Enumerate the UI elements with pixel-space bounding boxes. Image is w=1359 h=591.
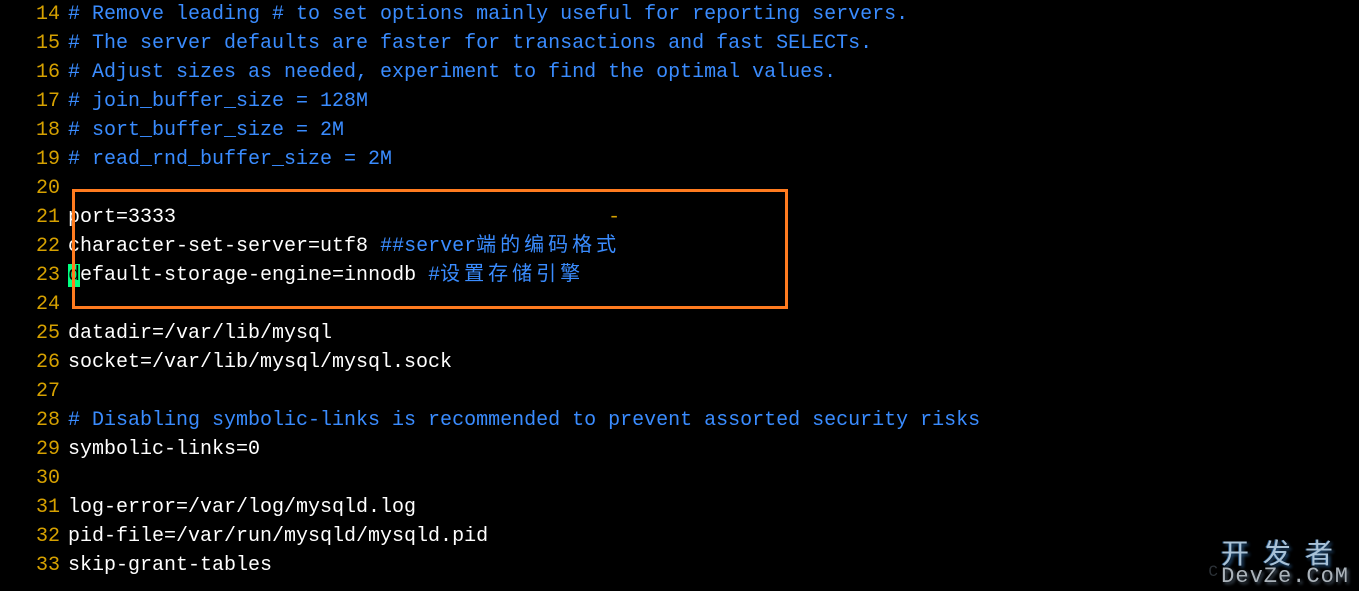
code-line[interactable]: 19# read_rnd_buffer_size = 2M bbox=[0, 145, 1359, 174]
code-content[interactable]: # Adjust sizes as needed, experiment to … bbox=[68, 58, 1359, 87]
line-number: 14 bbox=[0, 0, 68, 29]
watermark-en: DevZe.CoM bbox=[1221, 562, 1349, 591]
watermark-faint: C bbox=[1208, 558, 1219, 587]
code-segment: # sort_buffer_size = 2M bbox=[68, 119, 344, 142]
code-content[interactable]: log-error=/var/log/mysqld.log bbox=[68, 493, 1359, 522]
code-line[interactable]: 22character-set-server=utf8 ##server端的编码… bbox=[0, 232, 1359, 261]
code-content[interactable]: # Disabling symbolic-links is recommende… bbox=[68, 406, 1359, 435]
line-number: 18 bbox=[0, 116, 68, 145]
code-content[interactable]: socket=/var/lib/mysql/mysql.sock bbox=[68, 348, 1359, 377]
code-line[interactable]: 31log-error=/var/log/mysqld.log bbox=[0, 493, 1359, 522]
cursor: d bbox=[68, 264, 80, 287]
code-segment: # read_rnd_buffer_size = 2M bbox=[68, 148, 392, 171]
code-segment: # bbox=[428, 264, 440, 287]
line-number: 33 bbox=[0, 551, 68, 580]
line-number: 17 bbox=[0, 87, 68, 116]
line-number: 20 bbox=[0, 174, 68, 203]
line-number: 26 bbox=[0, 348, 68, 377]
code-content[interactable]: default-storage-engine=innodb #设置存储引擎 bbox=[68, 261, 1359, 290]
line-number: 25 bbox=[0, 319, 68, 348]
code-content[interactable]: datadir=/var/lib/mysql bbox=[68, 319, 1359, 348]
code-line[interactable]: 14# Remove leading # to set options main… bbox=[0, 0, 1359, 29]
code-line[interactable]: 30 bbox=[0, 464, 1359, 493]
code-segment: - bbox=[176, 206, 620, 229]
code-line[interactable]: 29symbolic-links=0 bbox=[0, 435, 1359, 464]
code-line[interactable]: 28# Disabling symbolic-links is recommen… bbox=[0, 406, 1359, 435]
code-segment: 端的编码格式 bbox=[476, 235, 620, 258]
code-segment: socket=/var/lib/mysql/mysql.sock bbox=[68, 351, 452, 374]
code-editor[interactable]: 14# Remove leading # to set options main… bbox=[0, 0, 1359, 580]
code-line[interactable]: 26socket=/var/lib/mysql/mysql.sock bbox=[0, 348, 1359, 377]
code-segment: log-error=/var/log/mysqld.log bbox=[68, 496, 416, 519]
vim-tilde: ~ bbox=[0, 580, 1359, 591]
code-segment: symbolic-links=0 bbox=[68, 438, 260, 461]
code-line[interactable]: 33skip-grant-tables bbox=[0, 551, 1359, 580]
code-segment: # Adjust sizes as needed, experiment to … bbox=[68, 61, 836, 84]
code-segment: # Disabling symbolic-links is recommende… bbox=[68, 409, 980, 432]
code-line[interactable]: 24 bbox=[0, 290, 1359, 319]
code-line[interactable]: 23default-storage-engine=innodb #设置存储引擎 bbox=[0, 261, 1359, 290]
line-number: 27 bbox=[0, 377, 68, 406]
code-content[interactable]: # read_rnd_buffer_size = 2M bbox=[68, 145, 1359, 174]
line-number: 23 bbox=[0, 261, 68, 290]
line-number: 21 bbox=[0, 203, 68, 232]
code-content[interactable]: skip-grant-tables bbox=[68, 551, 1359, 580]
code-segment: pid-file=/var/run/mysqld/mysqld.pid bbox=[68, 525, 488, 548]
code-segment: datadir=/var/lib/mysql bbox=[68, 322, 332, 345]
code-content[interactable]: pid-file=/var/run/mysqld/mysqld.pid bbox=[68, 522, 1359, 551]
code-segment: ##server bbox=[380, 235, 476, 258]
code-line[interactable]: 18# sort_buffer_size = 2M bbox=[0, 116, 1359, 145]
code-line[interactable]: 20 bbox=[0, 174, 1359, 203]
code-segment: 设置存储引擎 bbox=[440, 264, 584, 287]
code-content[interactable]: # sort_buffer_size = 2M bbox=[68, 116, 1359, 145]
code-content[interactable]: port=3333 - bbox=[68, 203, 1359, 232]
code-content[interactable]: # The server defaults are faster for tra… bbox=[68, 29, 1359, 58]
line-number: 31 bbox=[0, 493, 68, 522]
line-number: 15 bbox=[0, 29, 68, 58]
line-number: 29 bbox=[0, 435, 68, 464]
code-line[interactable]: 21port=3333 - bbox=[0, 203, 1359, 232]
code-line[interactable]: 27 bbox=[0, 377, 1359, 406]
code-segment: # join_buffer_size = 128M bbox=[68, 90, 368, 113]
code-segment: efault-storage-engine=innodb bbox=[80, 264, 428, 287]
code-line[interactable]: 32pid-file=/var/run/mysqld/mysqld.pid bbox=[0, 522, 1359, 551]
code-line[interactable]: 15# The server defaults are faster for t… bbox=[0, 29, 1359, 58]
code-line[interactable]: 17# join_buffer_size = 128M bbox=[0, 87, 1359, 116]
code-segment: # Remove leading # to set options mainly… bbox=[68, 3, 908, 26]
code-line[interactable]: 16# Adjust sizes as needed, experiment t… bbox=[0, 58, 1359, 87]
line-number: 32 bbox=[0, 522, 68, 551]
code-segment: # The server defaults are faster for tra… bbox=[68, 32, 872, 55]
code-segment: character-set-server=utf8 bbox=[68, 235, 380, 258]
code-segment: port=3333 bbox=[68, 206, 176, 229]
line-number: 22 bbox=[0, 232, 68, 261]
line-number: 28 bbox=[0, 406, 68, 435]
code-content[interactable]: character-set-server=utf8 ##server端的编码格式 bbox=[68, 232, 1359, 261]
line-number: 19 bbox=[0, 145, 68, 174]
code-segment: skip-grant-tables bbox=[68, 554, 272, 577]
line-number: 16 bbox=[0, 58, 68, 87]
code-content[interactable]: symbolic-links=0 bbox=[68, 435, 1359, 464]
code-line[interactable]: 25datadir=/var/lib/mysql bbox=[0, 319, 1359, 348]
line-number: 24 bbox=[0, 290, 68, 319]
line-number: 30 bbox=[0, 464, 68, 493]
code-content[interactable]: # join_buffer_size = 128M bbox=[68, 87, 1359, 116]
code-content[interactable]: # Remove leading # to set options mainly… bbox=[68, 0, 1359, 29]
